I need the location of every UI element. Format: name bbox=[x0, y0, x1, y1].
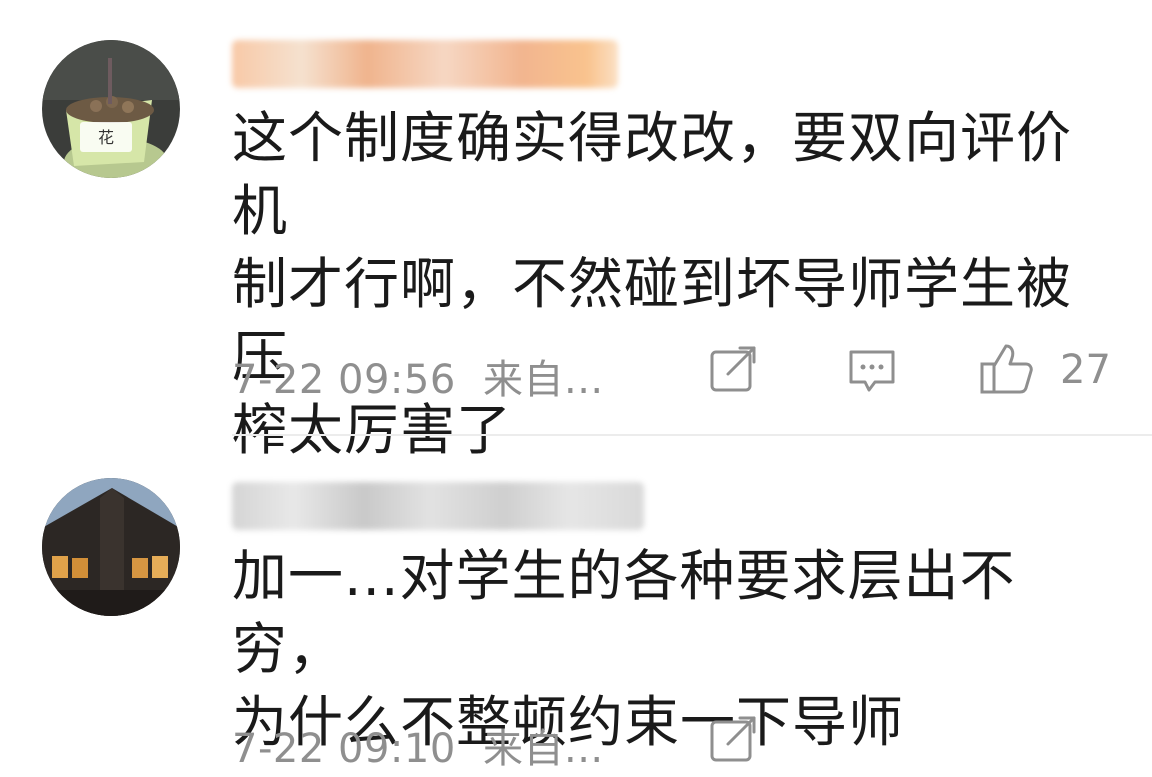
comment-time: 7-22 09:10 bbox=[232, 726, 456, 772]
username-redacted[interactable] bbox=[232, 482, 644, 530]
like-icon[interactable] bbox=[978, 340, 1036, 398]
comment-time: 7-22 09:56 bbox=[232, 357, 456, 403]
avatar[interactable] bbox=[42, 478, 180, 616]
avatar-image bbox=[42, 478, 180, 616]
avatar-image: 花 bbox=[42, 40, 180, 178]
comment-item-2: 加一...对学生的各种要求层出不穷， 为什么不整顿约束一下导师 7-22 09:… bbox=[0, 436, 1152, 777]
svg-text:花: 花 bbox=[98, 128, 114, 147]
like-count: 27 bbox=[1060, 347, 1111, 393]
comment-source[interactable]: 来自... bbox=[483, 357, 604, 403]
comment-source[interactable]: 来自... bbox=[483, 726, 604, 772]
comment-meta: 7-22 09:10 来自... bbox=[232, 716, 604, 774]
share-icon[interactable] bbox=[706, 344, 760, 398]
comment-icon[interactable] bbox=[845, 344, 899, 398]
comment-meta: 7-22 09:56 来自... bbox=[232, 347, 604, 405]
share-icon[interactable] bbox=[706, 714, 760, 768]
avatar[interactable]: 花 bbox=[42, 40, 180, 178]
comment-text: 这个制度确实得改改，要双向评价机 制才行啊，不然碰到坏导师学生被压 榨太厉害了 bbox=[232, 106, 1073, 462]
comment-item-1: 花 这个制度确实得改改，要双向评价机 制才行啊，不然碰到坏导师学生被压 榨太厉害… bbox=[0, 0, 1152, 462]
username-redacted[interactable] bbox=[232, 40, 618, 88]
